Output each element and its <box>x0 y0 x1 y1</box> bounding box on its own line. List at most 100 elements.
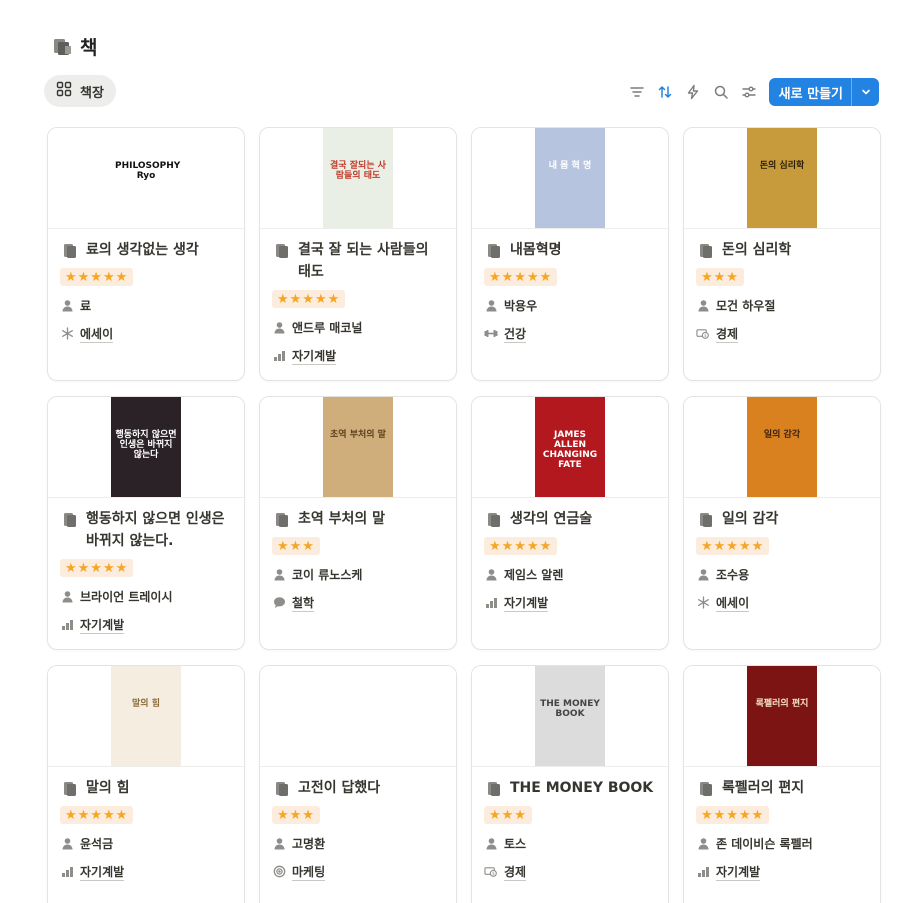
sort-button[interactable] <box>651 78 679 106</box>
person-icon <box>60 837 74 851</box>
category-name[interactable]: 철학 <box>292 594 315 612</box>
gallery-icon <box>56 81 72 101</box>
author-name[interactable]: 존 데이비슨 록펠러 <box>716 835 813 852</box>
search-button[interactable] <box>707 78 735 106</box>
chevron-down-icon <box>861 89 870 95</box>
category-name[interactable]: 에세이 <box>80 325 114 343</box>
author-name[interactable]: 제임스 알렌 <box>504 566 563 583</box>
cover-image: 내 몸 혁 명 <box>535 128 605 228</box>
rating-stars: ★★★★★ <box>484 268 558 286</box>
category-name[interactable]: 자기계발 <box>716 863 761 881</box>
book-cover: 돈의 심리학 <box>684 128 880 229</box>
rating-stars: ★★★ <box>696 268 744 286</box>
book-card-10[interactable]: 고전이 답했다 ★★★ 고명환 마케팅 <box>259 665 457 903</box>
book-title: 생각의 연금술 <box>510 511 593 527</box>
book-title: 돈의 심리학 <box>722 242 792 258</box>
cover-title: 행동하지 않으면 인생은 바뀌지 않는다 <box>115 430 177 460</box>
svg-text:$: $ <box>704 333 707 338</box>
book-card-8[interactable]: 일의 감각 일의 감각 ★★★★★ 조수용 에세이 <box>683 396 881 650</box>
book-title: 료의 생각없는 생각 <box>86 242 199 258</box>
book-card-11[interactable]: THE MONEY BOOK THE MONEY BOOK ★★★ 토스 $ 경… <box>471 665 669 903</box>
cover-image: 행동하지 않으면 인생은 바뀌지 않는다 <box>111 397 181 497</box>
dumbbell-icon <box>484 327 498 341</box>
settings-button[interactable] <box>735 78 763 106</box>
category-name[interactable]: 자기계발 <box>80 863 125 881</box>
author-name[interactable]: 브라이언 트레이시 <box>80 588 173 605</box>
new-button[interactable]: 새로 만들기 <box>768 78 879 106</box>
category-name[interactable]: 에세이 <box>716 594 750 612</box>
person-icon <box>484 568 498 582</box>
category-property: 에세이 <box>60 325 232 343</box>
category-name[interactable]: 경제 <box>504 863 527 881</box>
rating-stars: ★★★★★ <box>272 290 346 308</box>
author-name[interactable]: 윤석금 <box>80 835 113 852</box>
author-name[interactable]: 고명환 <box>292 835 325 852</box>
category-name[interactable]: 마케팅 <box>292 863 326 881</box>
category-name[interactable]: 자기계발 <box>292 347 337 365</box>
book-title: THE MONEY BOOK <box>510 780 654 796</box>
author-name[interactable]: 앤드루 매코널 <box>292 319 362 336</box>
category-property: $ 경제 <box>484 863 656 881</box>
book-icon <box>698 779 714 799</box>
cover-title: 말의 힘 <box>132 699 160 709</box>
book-icon <box>486 241 502 261</box>
automation-button[interactable] <box>679 78 707 106</box>
cover-title: 록펠러의 편지 <box>755 699 809 709</box>
category-property: 마케팅 <box>272 863 444 881</box>
category-name[interactable]: 자기계발 <box>504 594 549 612</box>
author-property: 코이 류노스케 <box>272 566 444 583</box>
book-title: 초역 부처의 말 <box>298 511 386 527</box>
category-name[interactable]: 자기계발 <box>80 616 125 634</box>
category-name[interactable]: 경제 <box>716 325 739 343</box>
view-tab-bookshelf[interactable]: 책장 <box>44 75 116 107</box>
category-property: 자기계발 <box>484 594 656 612</box>
book-icon <box>698 241 714 261</box>
book-card-4[interactable]: 돈의 심리학 돈의 심리학 ★★★ 모건 하우절 $ 경제 <box>683 127 881 381</box>
new-button-label[interactable]: 새로 만들기 <box>769 78 851 106</box>
book-cover <box>260 666 456 767</box>
book-title: 결국 잘 되는 사람들의 태도 <box>298 242 429 280</box>
author-name[interactable]: 박용우 <box>504 297 537 314</box>
book-cover: JAMES ALLEN CHANGING FATE <box>472 397 668 498</box>
category-name[interactable]: 건강 <box>504 325 527 343</box>
sort-icon <box>658 86 671 98</box>
filter-button[interactable] <box>623 78 651 106</box>
book-card-7[interactable]: JAMES ALLEN CHANGING FATE 생각의 연금술 ★★★★★ … <box>471 396 669 650</box>
cover-title: 일의 감각 <box>763 430 801 440</box>
cover-title: PHILOSOPHY Ryo <box>115 161 181 181</box>
person-icon <box>484 837 498 851</box>
book-card-6[interactable]: 초역 부처의 말 초역 부처의 말 ★★★ 코이 류노스케 철학 <box>259 396 457 650</box>
cover-image: 말의 힘 <box>111 666 181 766</box>
sliders-icon <box>741 86 756 98</box>
new-button-dropdown[interactable] <box>851 78 879 106</box>
author-name[interactable]: 토스 <box>504 835 526 852</box>
book-cover: 초역 부처의 말 <box>260 397 456 498</box>
person-icon <box>696 299 710 313</box>
author-name[interactable]: 조수용 <box>716 566 749 583</box>
book-card-1[interactable]: PHILOSOPHY Ryo 료의 생각없는 생각 ★★★★★ 료 에세이 <box>47 127 245 381</box>
book-card-3[interactable]: 내 몸 혁 명 내몸혁명 ★★★★★ 박용우 건강 <box>471 127 669 381</box>
rating-stars: ★★★★★ <box>60 268 134 286</box>
rating-stars: ★★★ <box>484 806 532 824</box>
book-card-5[interactable]: 행동하지 않으면 인생은 바뀌지 않는다 행동하지 않으면 인생은 바뀌지 않는… <box>47 396 245 650</box>
cover-image: THE MONEY BOOK <box>535 666 605 766</box>
book-title: 내몸혁명 <box>510 242 562 258</box>
book-card-2[interactable]: 결국 잘되는 사람들의 태도 결국 잘 되는 사람들의 태도 ★★★★★ 앤드루… <box>259 127 457 381</box>
rating-stars: ★★★★★ <box>60 559 134 577</box>
cover-image: 결국 잘되는 사람들의 태도 <box>323 128 393 228</box>
category-property: 건강 <box>484 325 656 343</box>
cover-image: 초역 부처의 말 <box>323 397 393 497</box>
rating-stars: ★★★★★ <box>696 537 770 555</box>
author-name[interactable]: 코이 류노스케 <box>292 566 362 583</box>
author-name[interactable]: 모건 하우절 <box>716 297 775 314</box>
author-name[interactable]: 료 <box>80 297 91 314</box>
book-card-9[interactable]: 말의 힘 말의 힘 ★★★★★ 윤석금 자기계발 <box>47 665 245 903</box>
cover-title: 내 몸 혁 명 <box>548 161 592 171</box>
category-property: 자기계발 <box>272 347 444 365</box>
book-icon <box>62 241 78 261</box>
person-icon <box>272 568 286 582</box>
category-property: $ 경제 <box>696 325 868 343</box>
author-property: 료 <box>60 297 232 314</box>
book-card-12[interactable]: 록펠러의 편지 록펠러의 편지 ★★★★★ 존 데이비슨 록펠러 자기계발 <box>683 665 881 903</box>
svg-text:$: $ <box>492 871 495 876</box>
